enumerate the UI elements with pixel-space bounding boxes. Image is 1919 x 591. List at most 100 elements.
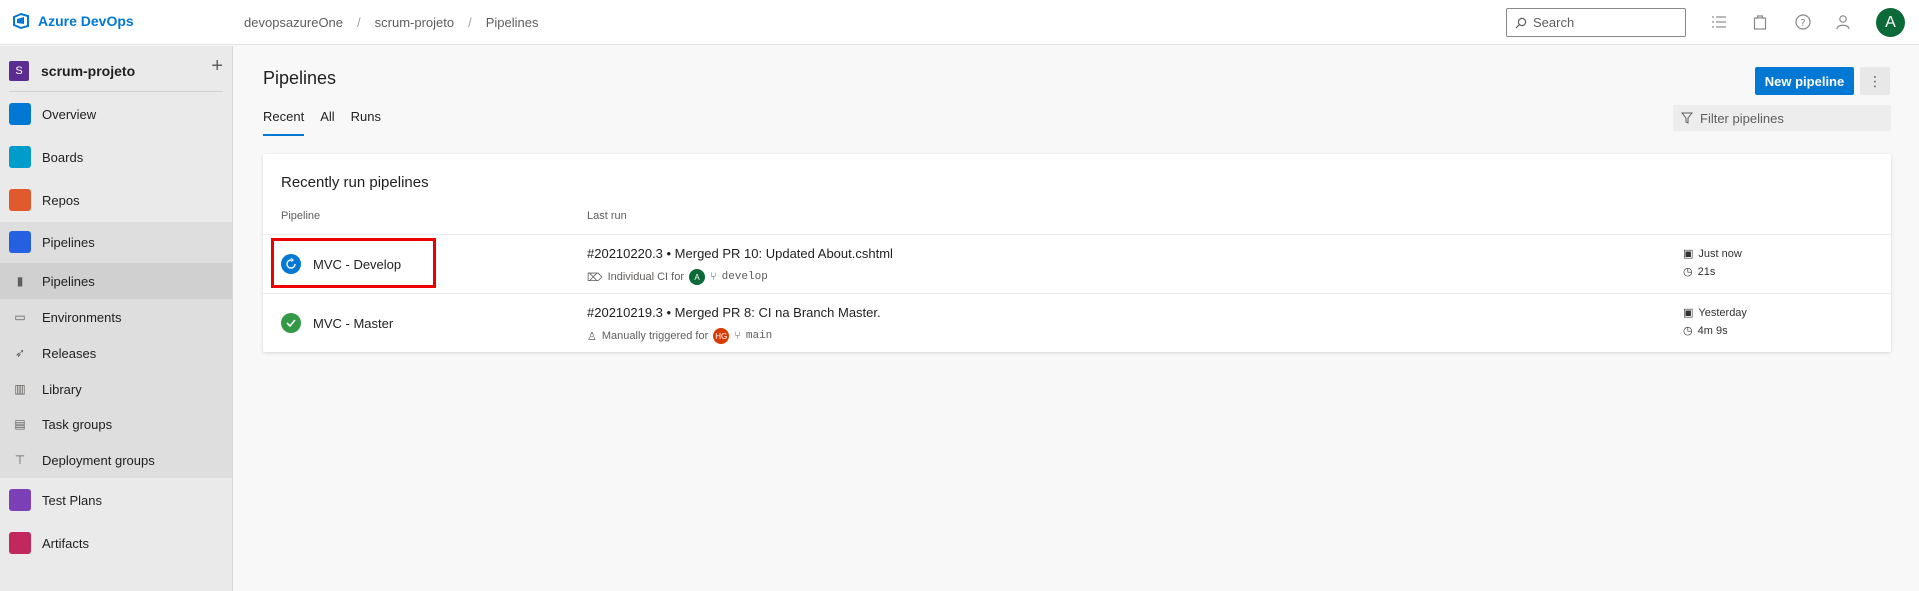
tab-bar: Recent All Runs xyxy=(263,109,381,136)
breadcrumb-separator: / xyxy=(357,15,361,30)
project-header[interactable]: S scrum-projeto + xyxy=(9,56,223,92)
sidebar-item-pipelines[interactable]: Pipelines xyxy=(0,224,232,260)
pipelines-icon xyxy=(9,231,31,253)
azure-devops-icon xyxy=(13,12,29,30)
run-time-info: ▣ Just now ◷ 21s xyxy=(1683,247,1742,279)
search-icon xyxy=(1515,17,1527,28)
help-icon[interactable]: ? xyxy=(1793,12,1813,32)
test-plans-icon xyxy=(9,489,31,511)
pipelines-group: Pipelines ▮ Pipelines ▭ Environments ➶ R… xyxy=(0,222,232,478)
deployment-groups-icon: ⊤ xyxy=(14,453,26,467)
breadcrumb: devopsazureOne / scrum-projeto / Pipelin… xyxy=(244,15,539,30)
table-row[interactable]: MVC - Master #20210219.3 • Merged PR 8: … xyxy=(263,293,1891,352)
trigger-text: Individual CI for xyxy=(607,271,684,283)
filter-pipelines-input[interactable]: Filter pipelines xyxy=(1673,105,1891,131)
sidebar-subitem-environments[interactable]: ▭ Environments xyxy=(0,299,232,335)
tab-all[interactable]: All xyxy=(320,109,334,136)
sidebar-item-label: Boards xyxy=(42,149,84,165)
tab-runs[interactable]: Runs xyxy=(351,109,381,136)
avatar: A xyxy=(689,269,705,285)
more-actions-button[interactable]: ⋮ xyxy=(1860,67,1890,95)
run-when: Just now xyxy=(1698,247,1742,260)
sidebar-item-label: Library xyxy=(42,381,82,397)
settings-list-icon[interactable] xyxy=(1709,12,1729,32)
run-when: Yesterday xyxy=(1698,306,1747,319)
branch-name: main xyxy=(745,330,773,342)
sidebar-item-label: Pipelines xyxy=(42,234,95,250)
marketplace-bag-icon[interactable] xyxy=(1750,12,1770,32)
sidebar-item-label: Overview xyxy=(42,106,97,122)
task-groups-icon: ▤ xyxy=(14,417,26,431)
svg-text:?: ? xyxy=(1800,18,1805,29)
trigger-text: Manually triggered for xyxy=(601,330,709,342)
sidebar-subitem-library[interactable]: ▥ Library xyxy=(0,371,232,407)
clock-icon: ◷ xyxy=(1683,325,1693,337)
highlight-box xyxy=(271,238,436,288)
calendar-icon: ▣ xyxy=(1683,307,1694,319)
sidebar-subitem-task-groups[interactable]: ▤ Task groups xyxy=(0,406,232,442)
sidebar-item-boards[interactable]: Boards xyxy=(0,139,232,175)
calendar-icon: ▣ xyxy=(1683,248,1694,260)
pipeline-name-link[interactable]: MVC - Master xyxy=(313,316,393,331)
run-title-link[interactable]: #20210220.3 • Merged PR 10: Updated Abou… xyxy=(587,246,893,261)
project-name: scrum-projeto xyxy=(41,62,136,79)
breadcrumb-pipelines[interactable]: Pipelines xyxy=(486,15,539,30)
branch-icon: ⑂ xyxy=(710,271,717,283)
column-header-last-run: Last run xyxy=(587,210,627,222)
brand-name: Azure DevOps xyxy=(38,13,134,29)
run-time-info: ▣ Yesterday ◷ 4m 9s xyxy=(1683,306,1747,338)
person-icon: ♙ xyxy=(587,330,597,343)
new-pipeline-button[interactable]: New pipeline xyxy=(1755,67,1854,95)
sidebar-subitem-deployment-groups[interactable]: ⊤ Deployment groups xyxy=(0,442,232,478)
avatar: HG xyxy=(713,328,730,344)
repos-icon xyxy=(9,189,31,211)
boards-icon xyxy=(9,146,31,168)
search-placeholder: Search xyxy=(1533,15,1575,30)
sidebar-item-label: Releases xyxy=(42,345,97,361)
card-title: Recently run pipelines xyxy=(281,174,429,191)
environments-icon: ▭ xyxy=(14,310,26,324)
breadcrumb-separator: / xyxy=(468,15,472,30)
overview-icon xyxy=(9,103,31,125)
run-duration: 21s xyxy=(1697,265,1716,278)
run-duration: 4m 9s xyxy=(1697,324,1728,337)
user-avatar[interactable]: A xyxy=(1876,8,1905,37)
sidebar-item-test-plans[interactable]: Test Plans xyxy=(0,482,232,518)
recent-pipelines-card: Recently run pipelines Pipeline Last run… xyxy=(263,154,1891,352)
brand-logo[interactable]: Azure DevOps xyxy=(12,12,134,30)
releases-icon: ➶ xyxy=(14,346,26,360)
tab-recent[interactable]: Recent xyxy=(263,109,305,136)
sidebar-item-label: Environments xyxy=(42,309,122,325)
sidebar-item-label: Deployment groups xyxy=(42,452,155,468)
pipelines-sub-icon: ▮ xyxy=(16,274,24,288)
sidebar-item-label: Pipelines xyxy=(42,273,95,289)
table-row[interactable]: MVC - Develop #20210220.3 • Merged PR 10… xyxy=(263,234,1891,293)
sidebar-item-repos[interactable]: Repos xyxy=(0,182,232,218)
clock-icon: ◷ xyxy=(1683,266,1693,278)
sidebar: S scrum-projeto + Overview Boards Repos … xyxy=(0,46,233,591)
tag-icon: ⌦ xyxy=(587,271,603,284)
breadcrumb-org[interactable]: devopsazureOne xyxy=(244,15,343,30)
success-check-icon xyxy=(281,313,301,333)
breadcrumb-project[interactable]: scrum-projeto xyxy=(375,15,454,30)
sidebar-item-label: Test Plans xyxy=(42,492,102,508)
sidebar-item-artifacts[interactable]: Artifacts xyxy=(0,525,232,561)
sidebar-item-label: Artifacts xyxy=(42,535,89,551)
search-input[interactable]: Search xyxy=(1506,8,1686,37)
branch-name: develop xyxy=(721,271,768,283)
run-title-link[interactable]: #20210219.3 • Merged PR 8: CI na Branch … xyxy=(587,305,881,320)
top-bar: Azure DevOps devopsazureOne / scrum-proj… xyxy=(0,0,1919,45)
filter-icon xyxy=(1681,112,1693,124)
sidebar-subitem-pipelines[interactable]: ▮ Pipelines xyxy=(0,263,232,299)
artifacts-icon xyxy=(9,532,31,554)
run-meta: ♙ Manually triggered for HG ⑂ main xyxy=(587,328,772,344)
sidebar-subitem-releases[interactable]: ➶ Releases xyxy=(0,335,232,371)
sidebar-item-label: Task groups xyxy=(42,416,113,432)
user-settings-icon[interactable] xyxy=(1834,12,1854,32)
sidebar-item-overview[interactable]: Overview xyxy=(0,96,232,132)
add-icon[interactable]: + xyxy=(211,56,223,76)
run-meta: ⌦ Individual CI for A ⑂ develop xyxy=(587,269,768,285)
page-title: Pipelines xyxy=(263,68,337,88)
library-icon: ▥ xyxy=(14,382,26,396)
filter-placeholder: Filter pipelines xyxy=(1700,110,1784,126)
